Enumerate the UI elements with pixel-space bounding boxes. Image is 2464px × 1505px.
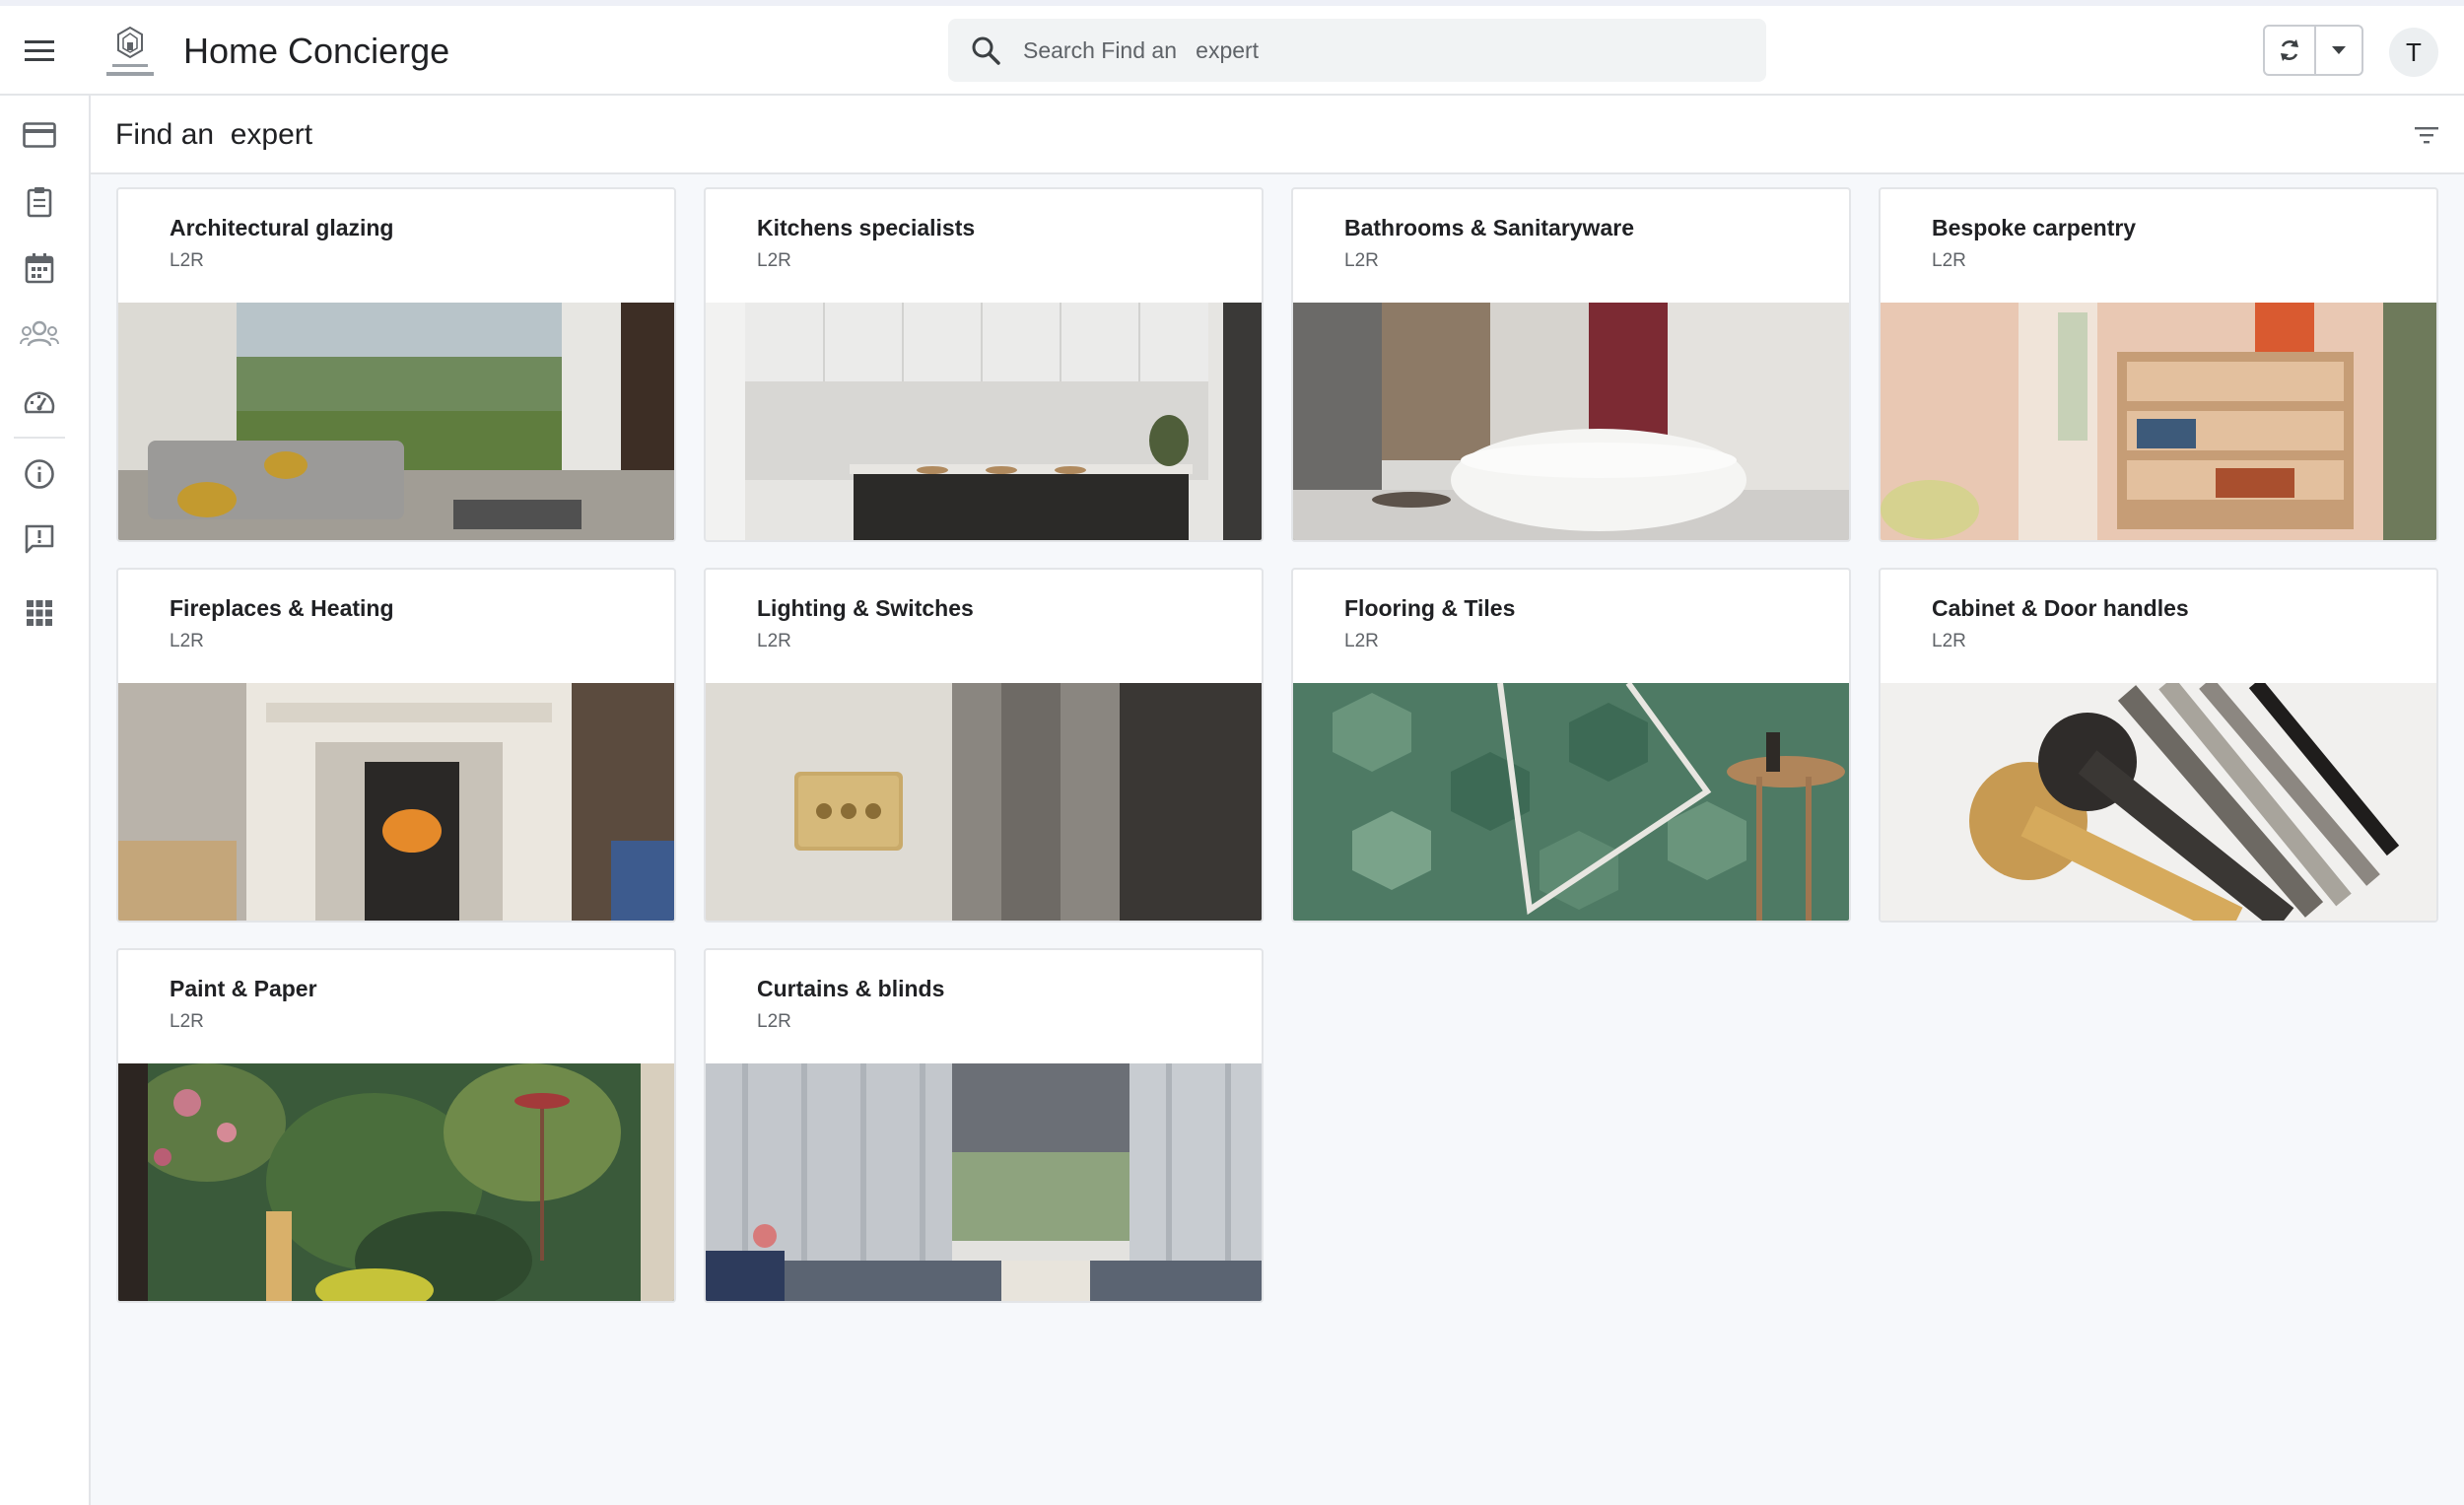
house-logo-icon [106,26,154,76]
feedback-icon [25,524,54,554]
filter-button[interactable] [2407,115,2446,155]
kitchen-image [706,303,1262,540]
card-subtitle: L2R [1344,631,1379,651]
card-title: Curtains & blinds [757,976,945,1001]
light-switch-image [706,683,1262,921]
card-image [706,1063,1262,1301]
expert-card-lighting-switches[interactable]: Lighting & Switches L2R [704,568,1264,923]
card-subtitle: L2R [757,631,791,651]
calendar-icon [25,253,54,284]
expert-card-architectural-glazing[interactable]: Architectural glazing L2R [116,187,676,542]
refresh-split-button [2263,25,2363,76]
credit-card-icon [23,122,56,148]
fireplace-image [118,683,674,921]
card-title: Paint & Paper [170,976,317,1001]
sidebar-item-apps[interactable] [18,591,61,635]
filter-list-icon [2415,127,2438,144]
tiles-image [1293,683,1849,921]
menu-button[interactable] [18,30,61,73]
card-title: Lighting & Switches [757,595,974,621]
curtains-image [706,1063,1262,1301]
card-title: Architectural glazing [170,215,394,240]
card-image [118,683,674,921]
card-image [1881,683,2436,921]
refresh-icon [2281,39,2298,61]
card-title: Bathrooms & Sanitaryware [1344,215,1634,240]
info-icon [25,459,54,489]
sidebar-item-calendar[interactable] [18,246,61,290]
dashboard-gauge-icon [24,391,55,414]
wallpaper-image [118,1063,674,1301]
bathroom-image [1293,303,1849,540]
bookshelf-image [1881,303,2436,540]
sidebar-divider [14,437,65,439]
sidebar [0,96,91,1505]
expert-card-curtains-blinds[interactable]: Curtains & blinds L2R [704,948,1264,1303]
expert-card-bathrooms-sanitaryware[interactable]: Bathrooms & Sanitaryware L2R [1291,187,1851,542]
card-subtitle: L2R [1932,631,1966,651]
door-handles-image [1881,683,2436,921]
card-image [1293,303,1849,540]
sidebar-item-info[interactable] [18,452,61,496]
card-title: Bespoke carpentry [1932,215,2137,240]
user-avatar[interactable]: T [2389,28,2438,77]
card-image [706,303,1262,540]
card-title: Fireplaces & Heating [170,595,394,621]
expert-card-fireplaces-heating[interactable]: Fireplaces & Heating L2R [116,568,676,923]
card-image [706,683,1262,921]
caret-down-icon [2332,46,2346,54]
refresh-options-dropdown[interactable] [2316,27,2361,74]
card-image [118,1063,674,1301]
search-bar[interactable] [948,19,1766,82]
menu-icon [25,40,54,61]
app-header: Home Concierge T [0,6,2464,96]
sidebar-item-feedback[interactable] [18,517,61,561]
card-title: Flooring & Tiles [1344,595,1516,621]
expert-card-flooring-tiles[interactable]: Flooring & Tiles L2R [1291,568,1851,923]
card-subtitle: L2R [757,250,791,271]
card-subtitle: L2R [170,1011,204,1032]
card-subtitle: L2R [1344,250,1379,271]
card-image [1293,683,1849,921]
card-subtitle: L2R [170,250,204,271]
card-title: Cabinet & Door handles [1932,595,2189,621]
card-image [1881,303,2436,540]
logo[interactable] [99,24,162,81]
search-icon [972,36,1000,65]
expert-card-kitchens-specialists[interactable]: Kitchens specialists L2R [704,187,1264,542]
sidebar-item-experts[interactable] [18,312,61,356]
main-content: Find an expert Architectural glazing L2R [91,96,2464,1505]
card-subtitle: L2R [1932,250,1966,271]
sidebar-item-tasks[interactable] [18,180,61,224]
page-header: Find an expert [91,96,2464,174]
sidebar-item-billing[interactable] [18,113,61,157]
card-subtitle: L2R [170,631,204,651]
expert-card-bespoke-carpentry[interactable]: Bespoke carpentry L2R [1879,187,2438,542]
expert-card-paint-paper[interactable]: Paint & Paper L2R [116,948,676,1303]
people-icon [20,320,59,347]
refresh-button[interactable] [2265,27,2316,74]
page-title: Find an expert [115,118,313,151]
card-subtitle: L2R [757,1011,791,1032]
apps-grid-icon [27,600,52,626]
app-title: Home Concierge [183,31,450,71]
clipboard-icon [27,187,52,218]
living-room-glazing-image [118,303,674,540]
card-title: Kitchens specialists [757,215,976,240]
card-image [118,303,674,540]
search-input[interactable] [1023,31,1733,70]
expert-card-cabinet-door-handles[interactable]: Cabinet & Door handles L2R [1879,568,2438,923]
sidebar-item-dashboard[interactable] [18,380,61,424]
